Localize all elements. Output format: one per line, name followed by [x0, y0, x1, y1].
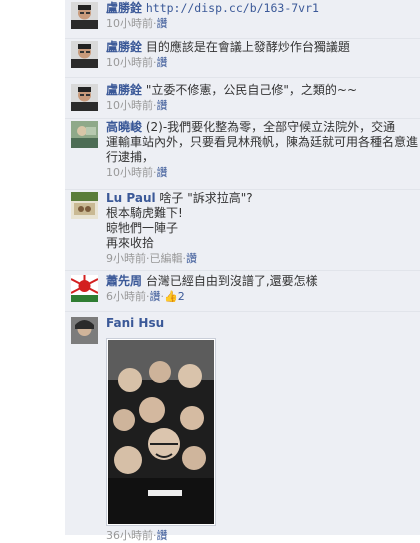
comment-text-line: 晾牠們一陣子	[106, 221, 179, 235]
like-link[interactable]: 讚	[157, 166, 168, 179]
avatar[interactable]	[71, 275, 98, 302]
edited-label[interactable]: 已編輯	[150, 252, 183, 265]
comment-author[interactable]: 蕭先周	[106, 274, 142, 288]
comment-text-line: 啥子 "訴求拉高"?	[159, 191, 253, 205]
like-link[interactable]: 讚	[157, 56, 168, 69]
comment: Fani Hsu 36小時前·讚	[65, 315, 420, 542]
comment-text-line: 行逮捕，	[106, 150, 155, 164]
comment: 高曉峻 (2)-我們要化整為零，全部守候立法院外，交通 運輸車站內外，只要看見林…	[65, 119, 420, 190]
comment-author[interactable]: Lu Paul	[106, 191, 156, 205]
comment-time[interactable]: 10小時前	[106, 99, 153, 112]
like-link[interactable]: 讚	[186, 252, 197, 265]
comment-thread: 盧勝銓 http://disp.cc/b/163-7vr1 10小時前·讚 盧勝…	[65, 0, 420, 542]
comment-time[interactable]: 6小時前	[106, 290, 146, 303]
like-link[interactable]: 讚	[150, 290, 161, 303]
comment-time[interactable]: 9小時前	[106, 252, 146, 265]
comment: 盧勝銓 http://disp.cc/b/163-7vr1 10小時前·讚	[65, 0, 420, 39]
comment-time[interactable]: 10小時前	[106, 166, 153, 179]
comment-time[interactable]: 10小時前	[106, 56, 153, 69]
like-count-value: 2	[177, 290, 185, 303]
comment-text-line: 再來收拾	[106, 236, 155, 250]
thumbs-up-icon: 👍	[164, 290, 178, 303]
comment-link[interactable]: http://disp.cc/b/163-7vr1	[146, 1, 319, 15]
comment-text-line: 根本騎虎難下!	[106, 206, 183, 220]
like-link[interactable]: 讚	[157, 99, 168, 112]
avatar[interactable]	[71, 121, 98, 148]
comment-text: 台灣已經自由到沒譜了,還要怎樣	[145, 274, 318, 288]
comment-time[interactable]: 10小時前	[106, 17, 153, 30]
left-gutter	[0, 0, 65, 535]
like-count[interactable]: 👍2	[164, 290, 185, 303]
comment-author[interactable]: 盧勝銓	[106, 40, 142, 54]
comment-text-line: 運輸車站內外，只要看見林飛帆，陳為廷就可用各種名意進	[106, 135, 419, 149]
like-link[interactable]: 讚	[157, 17, 168, 30]
avatar[interactable]	[71, 192, 98, 219]
avatar[interactable]	[71, 317, 98, 344]
comment-photo[interactable]	[106, 338, 216, 526]
comment: 盧勝銓 "立委不修憲，公民自己修"，之類的~~ 10小時前·讚	[65, 82, 420, 119]
comment-author[interactable]: 盧勝銓	[106, 1, 142, 15]
avatar[interactable]	[71, 2, 98, 29]
avatar[interactable]	[71, 84, 98, 111]
comment-text: 目的應該是在會議上發酵炒作台獨議題	[145, 40, 350, 54]
comment-author[interactable]: 盧勝銓	[106, 83, 142, 97]
comment: 蕭先周 台灣已經自由到沒譜了,還要怎樣 6小時前·讚·👍2	[65, 273, 420, 312]
comment: 盧勝銓 目的應該是在會議上發酵炒作台獨議題 10小時前·讚	[65, 39, 420, 78]
comment-text: "立委不修憲，公民自己修"，之類的~~	[145, 83, 357, 97]
avatar[interactable]	[71, 41, 98, 68]
comment-text-line: (2)-我們要化整為零，全部守候立法院外，交通	[145, 120, 396, 134]
comment-author[interactable]: 高曉峻	[106, 120, 142, 134]
comment-time[interactable]: 36小時前	[106, 529, 153, 542]
like-link[interactable]: 讚	[157, 529, 168, 542]
comment-author[interactable]: Fani Hsu	[106, 316, 164, 330]
comment: Lu Paul 啥子 "訴求拉高"? 根本騎虎難下! 晾牠們一陣子 再來收拾 9…	[65, 190, 420, 271]
